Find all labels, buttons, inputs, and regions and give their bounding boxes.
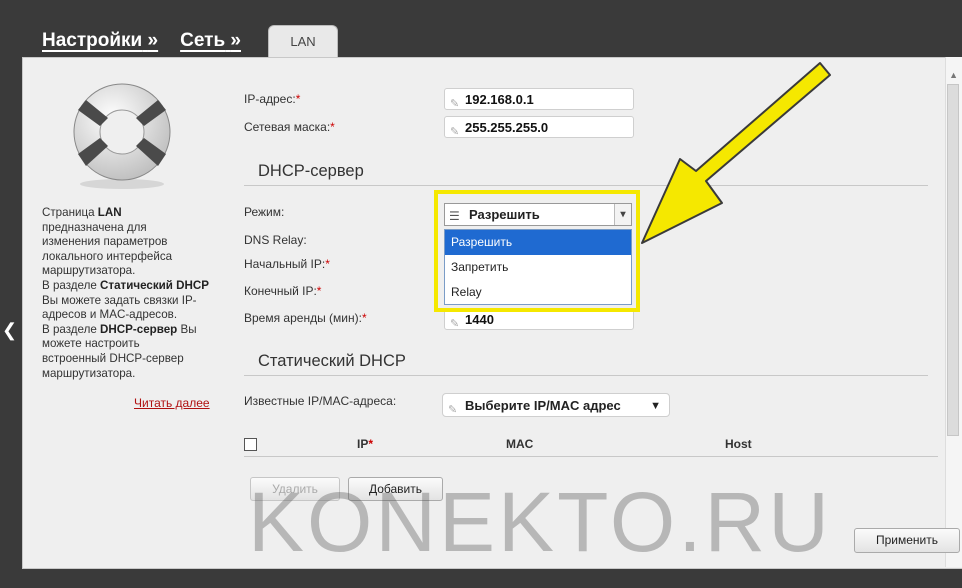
known-addresses-select[interactable]: ✎ Выберите IP/MAC адрес ▼ (442, 393, 670, 417)
end-ip-label: Конечный IP:* (244, 284, 322, 298)
scroll-thumb[interactable] (947, 84, 959, 436)
sidebar-line: В разделе Статический DHCP (42, 278, 209, 292)
annotation-arrow-icon (641, 62, 831, 244)
watermark: KONEKTO.RU (248, 475, 832, 569)
known-addresses-label: Известные IP/MAC-адреса: (244, 394, 397, 408)
column-mac: MAC (506, 437, 534, 451)
option-allow[interactable]: Разрешить (445, 230, 631, 255)
sidebar-line: В разделе DHCP-сервер Вы (42, 322, 197, 336)
sidebar-line: адресов и MAC-адресов. (42, 308, 178, 322)
sidebar-line: предназначена для (42, 220, 147, 234)
chevron-down-icon[interactable]: ▾ (614, 204, 631, 225)
mode-select[interactable]: ☰ Разрешить ▾ (444, 203, 632, 226)
netmask-field[interactable]: ✎ 255.255.255.0 (444, 116, 634, 138)
sidebar-description: Страница LAN предназначена для изменения… (42, 206, 214, 381)
column-ip: IP* (357, 437, 374, 451)
pencil-icon: ✎ (450, 318, 460, 330)
static-dhcp-section-title: Статический DHCP (258, 352, 406, 370)
list-icon: ☰ (449, 209, 460, 223)
pencil-icon: ✎ (448, 404, 458, 416)
dns-relay-label: DNS Relay: (244, 233, 307, 247)
ip-label: IP-адрес:* (244, 92, 301, 106)
option-deny[interactable]: Запретить (445, 255, 631, 280)
divider (244, 375, 928, 376)
lease-time-label: Время аренды (мин):* (244, 311, 367, 325)
pencil-icon: ✎ (450, 98, 460, 110)
scroll-up-icon[interactable]: ▲ (949, 70, 958, 80)
sidebar-line: маршрутизатора. (42, 264, 136, 278)
breadcrumb-network[interactable]: Сеть » (180, 30, 241, 52)
mask-label: Сетевая маска:* (244, 120, 335, 134)
tab-lan[interactable]: LAN (268, 25, 338, 58)
sidebar-line: Вы можете задать связки IP- (42, 293, 197, 307)
column-host: Host (725, 437, 752, 451)
sidebar-line: Страница LAN (42, 206, 122, 219)
sidebar-line: можете настроить (42, 337, 140, 351)
breadcrumb-settings[interactable]: Настройки » (42, 30, 158, 52)
static-dhcp-table-header: IP* MAC Host (244, 432, 938, 457)
dhcp-section-title: DHCP-сервер (258, 162, 364, 180)
read-more-link[interactable]: Читать далее (134, 396, 210, 410)
lifebuoy-icon (73, 83, 171, 189)
sidebar-line: локального интерфейса (42, 249, 173, 263)
breadcrumb: Настройки » Сеть » (42, 30, 241, 52)
sidebar-line: встроенный DHCP-сервер (42, 351, 184, 365)
collapse-arrow-icon[interactable]: ❮ (2, 320, 17, 341)
ip-address-field[interactable]: ✎ 192.168.0.1 (444, 88, 634, 110)
mode-label: Режим: (244, 205, 285, 219)
mode-options-list: Разрешить Запретить Relay (444, 229, 632, 305)
pencil-icon: ✎ (450, 126, 460, 138)
triangle-down-icon: ▼ (650, 400, 661, 412)
sidebar-line: изменения параметров (42, 235, 168, 249)
apply-button[interactable]: Применить (854, 528, 960, 553)
select-all-checkbox[interactable] (244, 438, 257, 451)
start-ip-label: Начальный IP:* (244, 257, 330, 271)
sidebar-line: маршрутизатора. (42, 366, 136, 380)
option-relay[interactable]: Relay (445, 280, 631, 305)
